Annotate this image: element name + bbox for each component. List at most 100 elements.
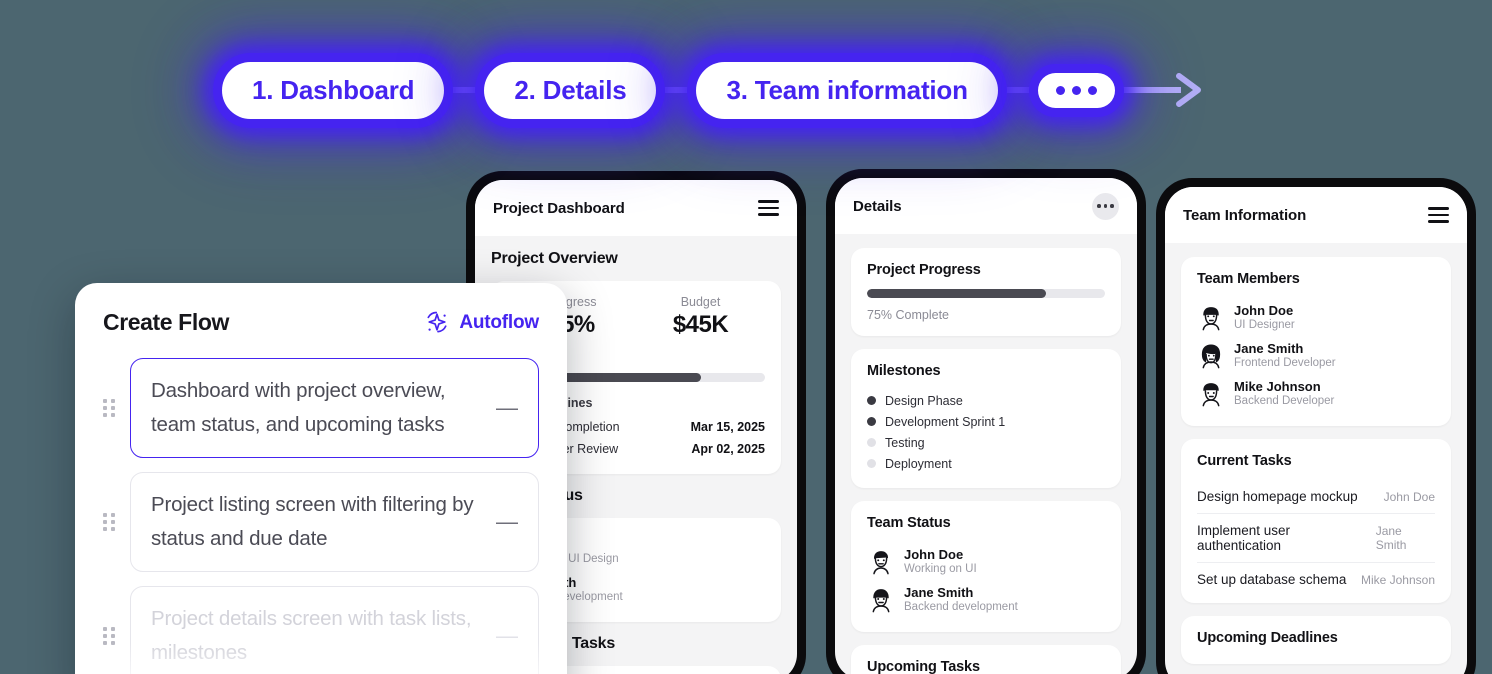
more-dot-3 — [1087, 85, 1097, 95]
more-dot-1 — [1055, 85, 1065, 95]
project-progress-card: Project Progress 75% Complete — [851, 248, 1121, 336]
task-assignee: Jane Smith — [1375, 524, 1407, 552]
flow-step-3[interactable]: 3. Team information — [696, 61, 998, 119]
flow-card-text: Project listing screen with filtering by… — [151, 493, 474, 551]
upcoming-tasks-heading: Upcoming Tasks — [867, 659, 980, 674]
phone-mockup-details: Details Project Progress 75% Complete Mi… — [826, 169, 1146, 674]
hamburger-icon[interactable] — [758, 200, 779, 216]
drag-handle-icon[interactable] — [103, 399, 116, 418]
collapse-button[interactable]: — — [496, 625, 518, 647]
avatar — [1202, 307, 1220, 331]
table-row: Implement user authentication Jane Smith — [1197, 514, 1435, 563]
stat-budget-value: $45K — [672, 311, 729, 338]
autoflow-label: Autoflow — [459, 311, 539, 333]
collapse-button[interactable]: — — [496, 511, 518, 533]
autoflow-button[interactable]: Autoflow — [424, 310, 539, 336]
task-assignee: John Doe — [1383, 489, 1435, 504]
page-title: Create Flow — [103, 309, 229, 335]
task-name: Design homepage mockup — [1197, 489, 1358, 504]
member-name: John Doe — [904, 547, 964, 562]
stat-budget-label: Budget — [680, 295, 721, 309]
milestones-heading: Milestones — [867, 363, 941, 379]
team-body: Team Members John Doe UI Designer Jane S… — [1165, 243, 1467, 674]
list-item: Deployment — [867, 453, 1105, 474]
details-team-status-card: Team Status John Doe Working on UI Jane … — [851, 501, 1121, 632]
list-item: John Doe Working on UI — [867, 542, 1105, 580]
collapse-button[interactable]: — — [496, 397, 518, 419]
project-overview-heading: Project Overview — [491, 250, 618, 267]
milestone-label: Design Phase — [885, 393, 963, 408]
project-progress-fill — [867, 289, 1046, 298]
list-item: Testing — [867, 432, 1105, 453]
table-row: Set up database schema Mike Johnson — [1197, 563, 1435, 589]
member-name: John Doe — [1234, 303, 1294, 318]
drag-handle-icon[interactable] — [103, 627, 116, 646]
dashboard-title: Project Dashboard — [493, 199, 625, 217]
details-body: Project Progress 75% Complete Milestones… — [835, 234, 1137, 674]
avatar — [872, 589, 890, 613]
list-item: Mike Johnson Backend Developer — [1197, 374, 1435, 412]
milestone-label: Development Sprint 1 — [885, 414, 1006, 429]
member-name: Jane Smith — [904, 585, 974, 600]
milestone-label: Deployment — [885, 456, 952, 471]
flow-card-text: Dashboard with project overview, team st… — [151, 379, 446, 437]
flow-list-item: Project listing screen with filtering by… — [103, 472, 539, 573]
sparkle-icon — [427, 311, 447, 332]
current-tasks-heading: Current Tasks — [1197, 453, 1292, 469]
flow-connector-3 — [993, 87, 1042, 93]
list-item: Design Phase — [867, 390, 1105, 411]
flow-connector-1 — [440, 87, 489, 93]
flow-card-3[interactable]: Project details screen with task lists, … — [130, 586, 539, 674]
more-dots-icon[interactable] — [1092, 192, 1119, 220]
milestone-dot-icon — [867, 438, 876, 447]
flow-card-text: Project details screen with task lists, … — [151, 607, 472, 665]
table-row: Design homepage mockup John Doe — [1197, 480, 1435, 514]
flow-connector-2 — [652, 87, 701, 93]
milestone-dot-icon — [867, 459, 876, 468]
milestone-dot-icon — [867, 396, 876, 405]
flow-step-2[interactable]: 2. Details — [484, 61, 657, 119]
more-dot-2 — [1071, 85, 1081, 95]
team-members-heading: Team Members — [1197, 271, 1300, 287]
upcoming-deadlines-heading: Upcoming Deadlines — [1197, 630, 1338, 646]
member-role: Frontend Developer — [1234, 357, 1336, 369]
avatar — [873, 551, 889, 575]
list-item: Development Sprint 1 — [867, 411, 1105, 432]
team-screen: Team Information Team Members John Doe U… — [1165, 187, 1467, 674]
hamburger-icon[interactable] — [1428, 207, 1449, 223]
flow-card-2[interactable]: Project listing screen with filtering by… — [130, 472, 539, 573]
create-flow-panel: Create Flow Autoflow Dashboard with proj… — [75, 283, 567, 674]
list-item: John Doe UI Designer — [1197, 298, 1435, 336]
milestone-label: Testing — [885, 435, 925, 450]
flow-list-item: Project details screen with task lists, … — [103, 586, 539, 674]
details-screen: Details Project Progress 75% Complete Mi… — [835, 178, 1137, 674]
details-app-bar: Details — [835, 178, 1137, 234]
project-progress-bar — [867, 289, 1105, 298]
flow-card-1[interactable]: Dashboard with project overview, team st… — [130, 358, 539, 459]
list-item: Jane Smith Backend development — [867, 580, 1105, 618]
project-progress-heading: Project Progress — [867, 262, 981, 278]
member-name: Jane Smith — [1234, 341, 1304, 356]
details-title: Details — [853, 197, 902, 215]
flow-step-more[interactable] — [1037, 72, 1115, 108]
milestones-card: Milestones Design Phase Development Spri… — [851, 349, 1121, 488]
flow-steps-strip: 1. Dashboard 2. Details 3. Team informat… — [0, 0, 1492, 180]
phone-mockup-team: Team Information Team Members John Doe U… — [1156, 178, 1476, 674]
current-tasks-card: Current Tasks Design homepage mockup Joh… — [1181, 439, 1451, 603]
arrow-right-icon — [1175, 73, 1201, 107]
member-status: Backend development — [904, 601, 1018, 613]
stat-budget: Budget $45K — [636, 295, 765, 339]
milestone-dot-icon — [867, 417, 876, 426]
member-status: Working on UI — [904, 563, 977, 575]
member-name: Mike Johnson — [1234, 379, 1321, 394]
dashboard-app-bar: Project Dashboard — [475, 180, 797, 236]
team-title: Team Information — [1183, 206, 1307, 224]
flow-list-item: Dashboard with project overview, team st… — [103, 358, 539, 459]
flow-step-1[interactable]: 1. Dashboard — [222, 61, 445, 119]
drag-handle-icon[interactable] — [103, 513, 116, 532]
task-name: Set up database schema — [1197, 572, 1347, 587]
avatar — [1201, 344, 1221, 369]
details-upcoming-tasks-card: Upcoming Tasks Finalize mockups Due: May… — [851, 645, 1121, 674]
create-flow-header: Create Flow Autoflow — [103, 309, 539, 336]
avatar — [1202, 383, 1220, 407]
